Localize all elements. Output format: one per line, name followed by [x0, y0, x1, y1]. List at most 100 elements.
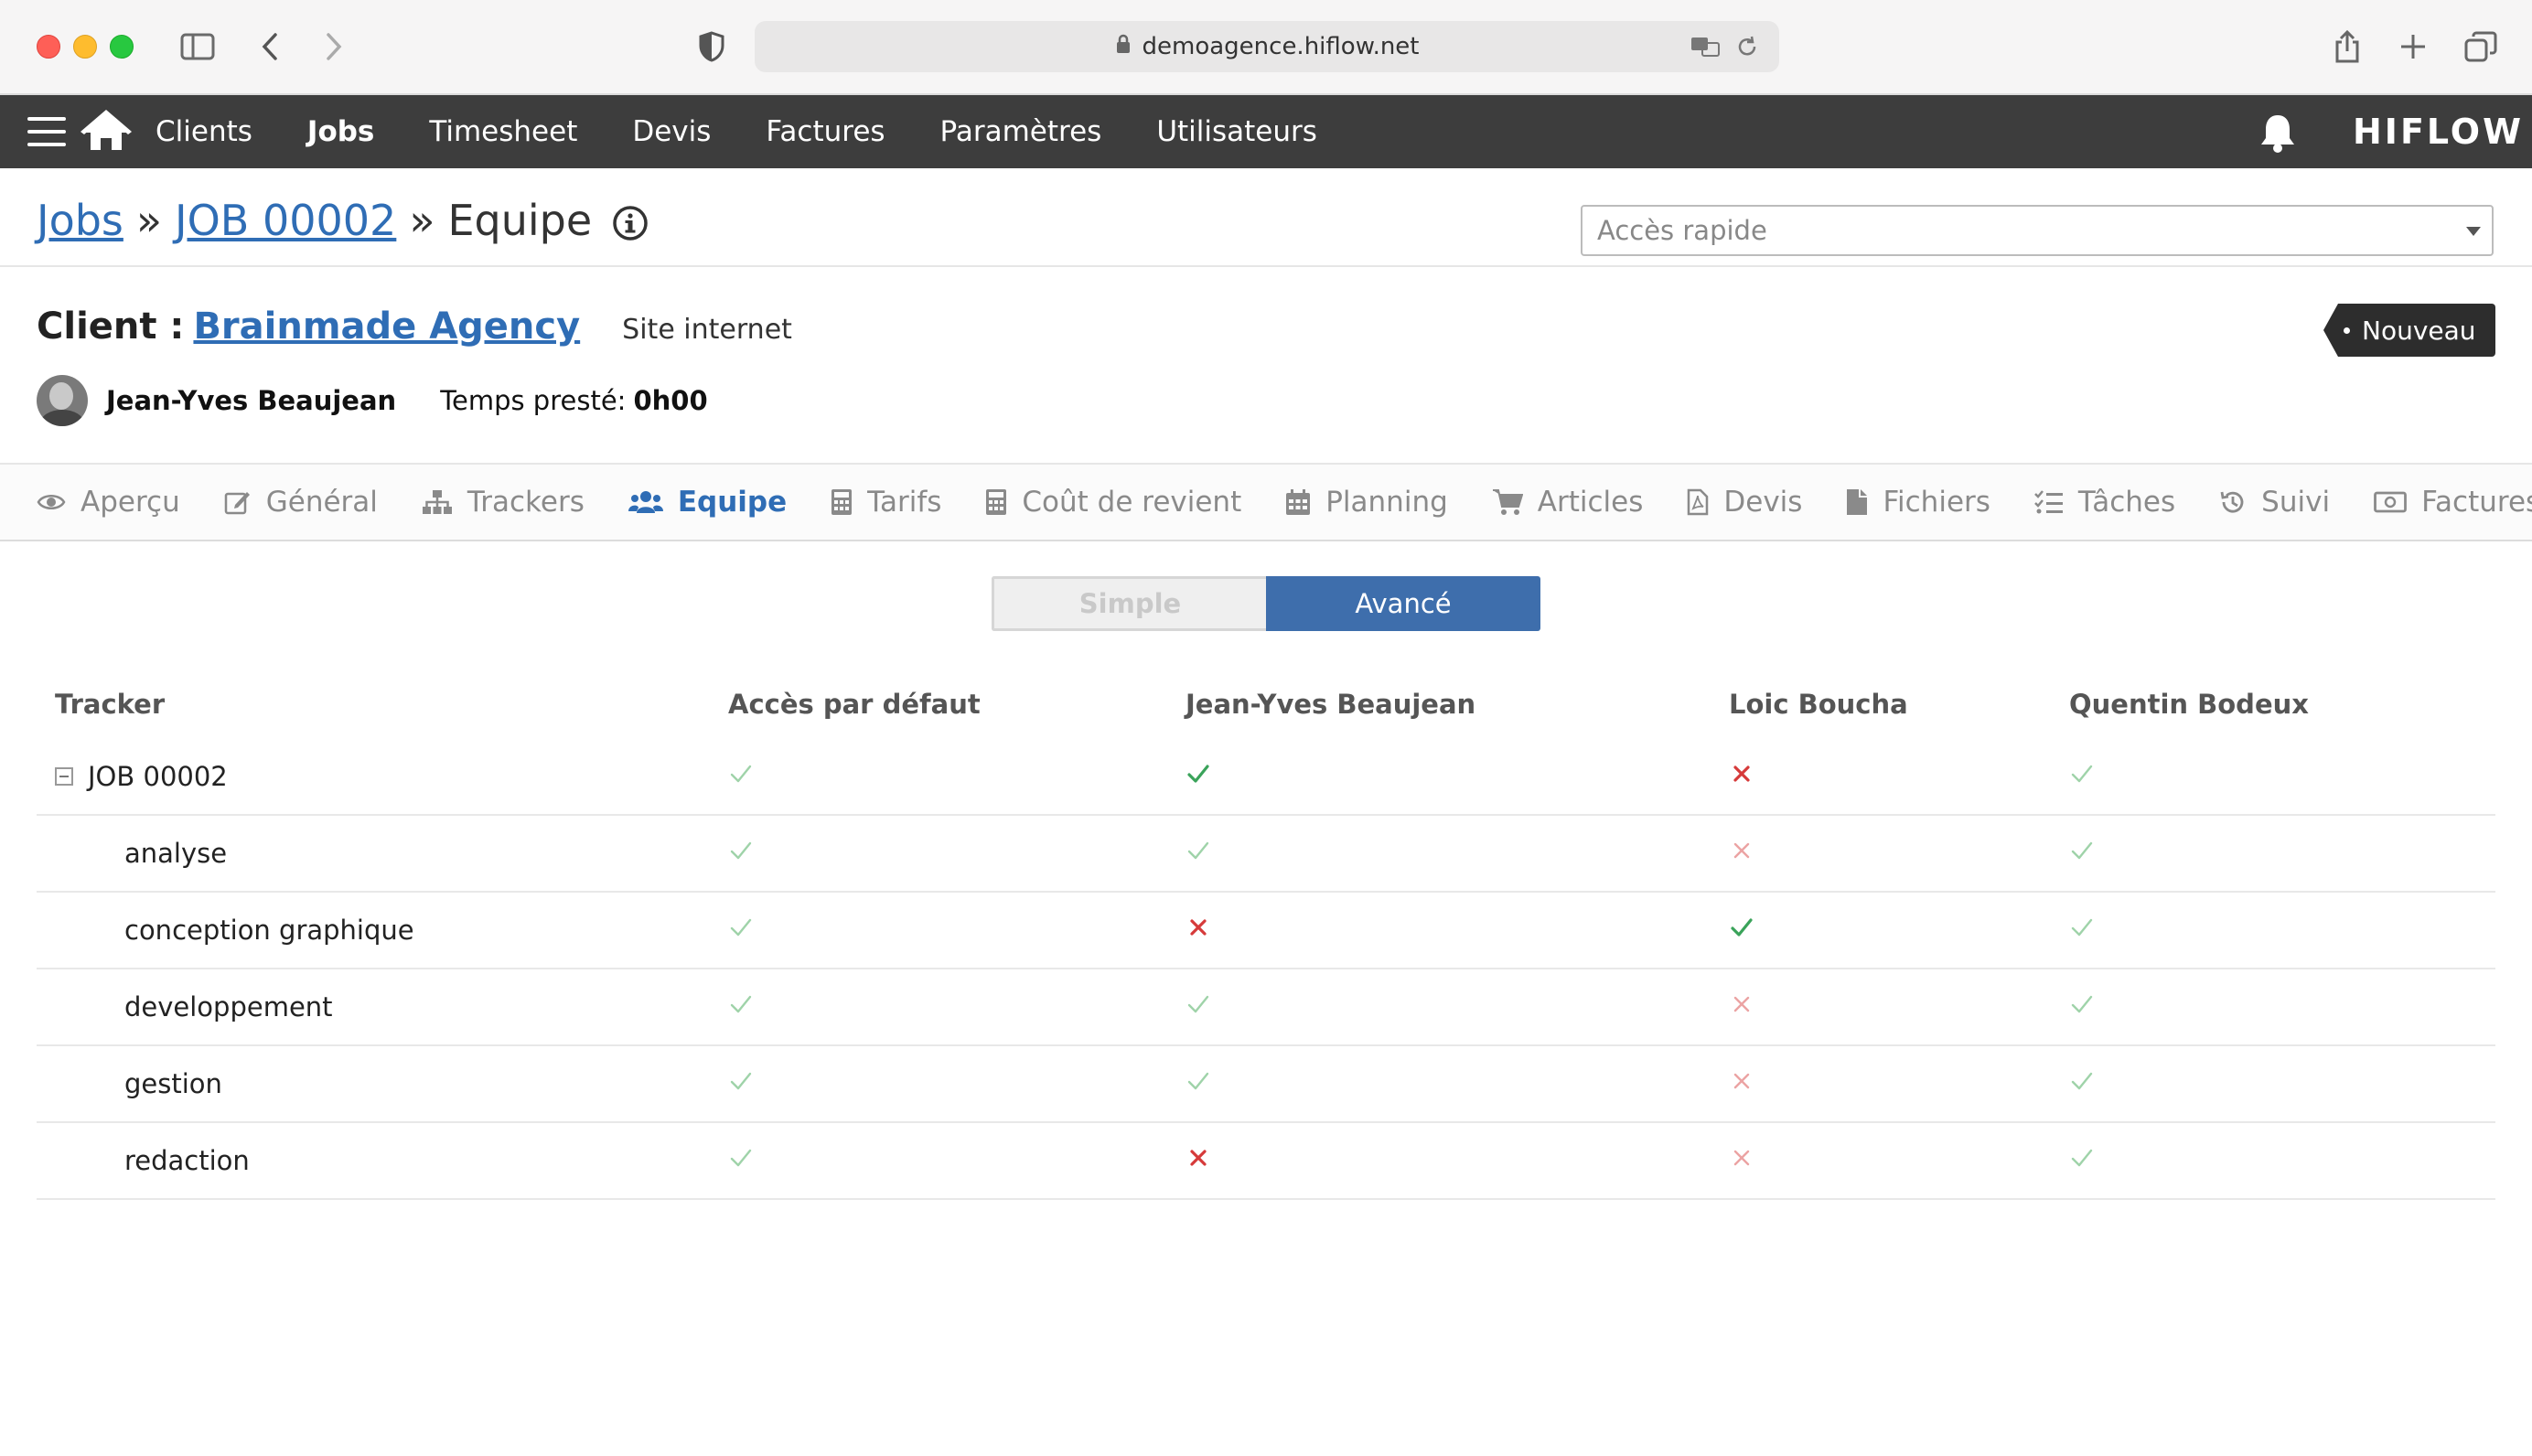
check-icon[interactable] [2069, 1068, 2095, 1094]
tab-planning[interactable]: Planning [1285, 486, 1448, 519]
table-body: JOB 00002 analyse conception graphique deve… [37, 739, 2495, 1200]
check-icon[interactable] [728, 991, 754, 1017]
column-header: Quentin Bodeux [2069, 689, 2309, 720]
forward-icon[interactable] [318, 24, 349, 70]
eye-icon [37, 491, 73, 513]
nav-item-utilisateurs[interactable]: Utilisateurs [1129, 115, 1345, 148]
tab-label: Aperçu [80, 486, 180, 519]
tracker-cell: analyse [37, 838, 728, 869]
breadcrumb-link-job[interactable]: JOB 00002 [175, 196, 396, 245]
check-icon[interactable] [728, 761, 754, 787]
check-icon[interactable] [2069, 991, 2095, 1017]
tracker-cell: gestion [37, 1068, 728, 1099]
tab-suivi[interactable]: Suivi [2219, 486, 2330, 519]
info-icon[interactable] [612, 202, 649, 241]
check-icon[interactable] [1729, 915, 1754, 940]
access-cell [2069, 1068, 2495, 1100]
back-icon[interactable] [254, 24, 285, 70]
tracker-name: gestion [124, 1068, 222, 1099]
cross-icon[interactable] [1729, 991, 1754, 1017]
column-header: Tracker [55, 689, 166, 720]
nav-item-jobs[interactable]: Jobs [280, 115, 402, 148]
cross-icon[interactable] [1729, 761, 1754, 787]
table-row: developpement [37, 969, 2495, 1046]
owner-name: Jean-Yves Beaujean [106, 385, 397, 416]
client-link[interactable]: Brainmade Agency [193, 305, 580, 348]
tab-fichiers[interactable]: Fichiers [1846, 486, 1990, 519]
tab-label: Equipe [677, 486, 788, 519]
nav-item-devis[interactable]: Devis [605, 115, 738, 148]
check-icon[interactable] [728, 1145, 754, 1171]
sidebar-toggle-icon[interactable] [177, 24, 218, 70]
tab-apercu[interactable]: Aperçu [37, 486, 180, 519]
tab-trackers[interactable]: Trackers [422, 486, 585, 519]
nav-item-timesheet[interactable]: Timesheet [402, 115, 605, 148]
tab-general[interactable]: Général [224, 486, 378, 519]
check-icon[interactable] [728, 915, 754, 940]
tab-factures[interactable]: Factures [2374, 486, 2532, 519]
cross-icon[interactable] [1729, 1145, 1754, 1171]
cross-icon[interactable] [1729, 838, 1754, 863]
time-value: 0h00 [633, 385, 708, 416]
access-cell [1729, 991, 2069, 1023]
tab-label: Factures [2421, 486, 2532, 519]
check-icon[interactable] [2069, 838, 2095, 863]
minimize-window-button[interactable] [73, 35, 97, 59]
privacy-shield-icon[interactable] [693, 24, 730, 70]
tab-tarifs[interactable]: Tarifs [831, 486, 941, 519]
check-icon[interactable] [728, 1068, 754, 1094]
table-header: Tracker Accès par défaut Jean-Yves Beauj… [37, 669, 2495, 739]
reload-icon[interactable] [1735, 34, 1759, 66]
check-icon[interactable] [2069, 915, 2095, 940]
tab-overview-icon[interactable] [2462, 24, 2499, 70]
check-icon[interactable] [1186, 1068, 1211, 1094]
nav-item-factures[interactable]: Factures [738, 115, 912, 148]
tab-taches[interactable]: Tâches [2034, 486, 2175, 519]
job-tabs: Aperçu Général Trackers Equipe Tarifs Coût de… [0, 463, 2532, 541]
cross-icon[interactable] [1186, 915, 1211, 940]
tab-devis[interactable]: Devis [1687, 486, 1802, 519]
simple-mode-button[interactable]: Simple [992, 576, 1266, 631]
menu-icon[interactable] [27, 117, 66, 146]
notification-bell-icon[interactable] [2259, 112, 2296, 154]
tab-articles[interactable]: Articles [1492, 486, 1643, 519]
avatar [37, 375, 88, 426]
access-cell [1186, 1145, 1729, 1177]
lock-icon [1115, 33, 1132, 61]
share-icon[interactable] [2331, 24, 2364, 70]
tab-cout-de-revient[interactable]: Coût de revient [985, 486, 1241, 519]
access-cell [1729, 838, 2069, 870]
close-window-button[interactable] [37, 35, 60, 59]
access-cell [728, 761, 1186, 793]
nav-item-clients[interactable]: Clients [128, 115, 280, 148]
cross-icon[interactable] [1729, 1068, 1754, 1094]
check-icon[interactable] [1186, 838, 1211, 863]
check-icon[interactable] [1186, 991, 1211, 1017]
check-icon[interactable] [2069, 761, 2095, 787]
hiflow-logo[interactable]: HIFLOW [2353, 112, 2524, 152]
breadcrumb-link-jobs[interactable]: Jobs [37, 196, 123, 245]
access-cell [728, 915, 1186, 947]
check-icon[interactable] [728, 838, 754, 863]
access-cell [728, 991, 1186, 1023]
tracker-cell: conception graphique [37, 915, 728, 946]
nav-item-param-tres[interactable]: Paramètres [913, 115, 1130, 148]
cross-icon[interactable] [1186, 1145, 1211, 1171]
collapse-icon[interactable] [55, 767, 73, 786]
badge-dot [2344, 327, 2350, 334]
check-icon[interactable] [2069, 1145, 2095, 1171]
zoom-window-button[interactable] [110, 35, 134, 59]
access-cell [2069, 915, 2495, 947]
address-bar[interactable]: demoagence.hiflow.net [755, 21, 1779, 72]
tab-equipe[interactable]: Equipe [628, 486, 787, 519]
advanced-mode-button[interactable]: Avancé [1266, 576, 1540, 631]
home-icon[interactable] [80, 110, 132, 154]
new-tab-icon[interactable] [2397, 24, 2430, 70]
tab-label: Tâches [2077, 486, 2176, 519]
check-icon[interactable] [1186, 761, 1211, 787]
url-text: demoagence.hiflow.net [1142, 33, 1420, 60]
translate-icon[interactable] [1690, 34, 1722, 66]
quick-access-select[interactable]: Accès rapide [1581, 205, 2494, 256]
access-cell [1186, 838, 1729, 870]
access-cell [1729, 1145, 2069, 1177]
